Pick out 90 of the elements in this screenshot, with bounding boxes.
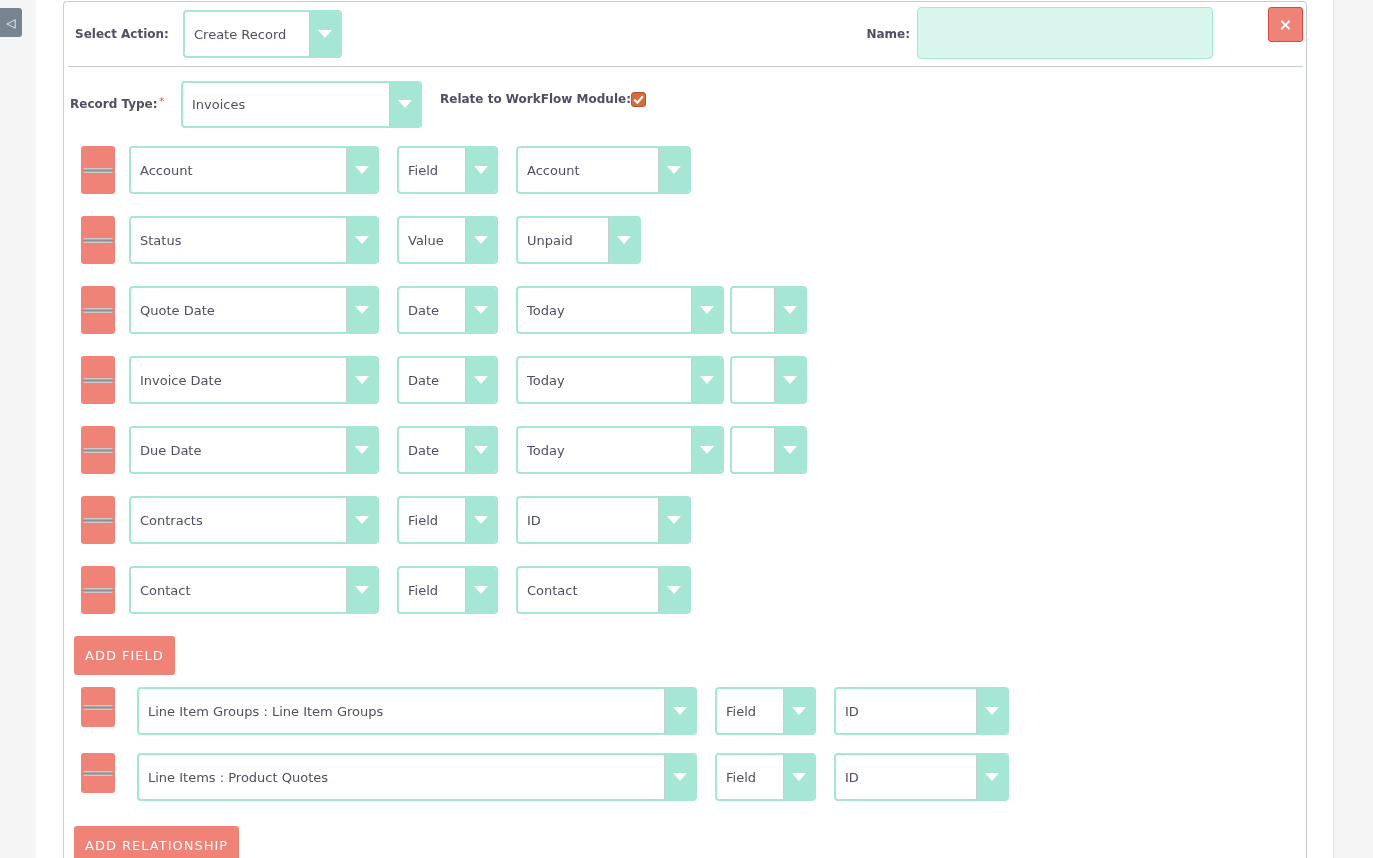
source-dropdown[interactable]: Date — [397, 356, 498, 404]
source-dropdown[interactable]: Date — [397, 286, 498, 334]
caret-icon — [474, 516, 488, 524]
setting-dropdown[interactable]: Account — [516, 146, 691, 194]
setting-dropdown[interactable]: ID — [834, 753, 1009, 801]
source-dropdown[interactable]: Field — [397, 566, 498, 614]
setting-dropdown[interactable]: ID — [516, 496, 691, 544]
relate-to-workflow-label: Relate to WorkFlow Module: — [440, 92, 631, 106]
attribute-dropdown[interactable]: Due Date — [129, 426, 379, 474]
caret-icon — [783, 376, 797, 384]
caret-icon — [474, 166, 488, 174]
relationship-dropdown[interactable]: Line Item Groups : Line Item Groups — [137, 687, 697, 735]
caret-icon — [355, 236, 369, 244]
caret-icon — [617, 236, 631, 244]
setting-dropdown[interactable]: Today — [516, 356, 724, 404]
caret-icon — [792, 707, 806, 715]
remove-button[interactable] — [81, 566, 115, 614]
remove-button[interactable] — [81, 356, 115, 404]
source-dropdown[interactable]: Value — [397, 216, 498, 264]
minus-icon — [83, 587, 113, 593]
record-type-dropdown[interactable]: Invoices — [181, 80, 422, 128]
caret-icon — [355, 586, 369, 594]
attribute-dropdown[interactable]: Quote Date — [129, 286, 379, 334]
caret-icon — [667, 586, 681, 594]
sidebar-toggle-button[interactable]: ◁ — [0, 8, 22, 37]
setting-dropdown[interactable]: Today — [516, 286, 724, 334]
remove-button[interactable] — [81, 496, 115, 544]
source-dropdown[interactable]: Field — [715, 753, 816, 801]
attribute-dropdown[interactable]: Account — [129, 146, 379, 194]
caret-icon — [700, 306, 714, 314]
caret-icon — [673, 773, 687, 781]
name-label: Name: — [866, 27, 910, 41]
minus-icon — [83, 447, 113, 453]
caret-icon — [355, 516, 369, 524]
remove-button[interactable] — [81, 753, 115, 793]
record-type-label: Record Type: — [70, 97, 159, 111]
required-mark: * — [159, 94, 166, 108]
action-dropdown[interactable]: Create Record — [183, 10, 342, 58]
minus-icon — [83, 307, 113, 313]
attribute-dropdown[interactable]: Invoice Date — [129, 356, 379, 404]
remove-button[interactable] — [81, 286, 115, 334]
caret-icon — [667, 166, 681, 174]
source-dropdown[interactable]: Date — [397, 426, 498, 474]
attribute-dropdown[interactable]: Status — [129, 216, 379, 264]
select-action-label: Select Action: — [75, 27, 170, 41]
source-dropdown[interactable]: Field — [397, 146, 498, 194]
caret-icon — [700, 446, 714, 454]
caret-icon — [474, 586, 488, 594]
caret-icon — [355, 166, 369, 174]
attribute-dropdown[interactable]: Contracts — [129, 496, 379, 544]
modifier-dropdown[interactable] — [730, 356, 807, 404]
source-dropdown[interactable]: Field — [715, 687, 816, 735]
caret-icon — [783, 446, 797, 454]
caret-icon — [474, 236, 488, 244]
caret-icon — [783, 306, 797, 314]
caret-icon — [700, 376, 714, 384]
setting-dropdown[interactable]: ID — [834, 687, 1009, 735]
minus-icon — [83, 167, 113, 173]
remove-button[interactable] — [81, 216, 115, 264]
minus-icon — [83, 704, 113, 710]
remove-button[interactable] — [81, 146, 115, 194]
minus-icon — [83, 377, 113, 383]
modifier-dropdown[interactable] — [730, 426, 807, 474]
caret-icon — [985, 773, 999, 781]
caret-icon — [355, 446, 369, 454]
setting-dropdown[interactable]: Today — [516, 426, 724, 474]
caret-icon — [398, 100, 412, 108]
caret-icon — [985, 707, 999, 715]
caret-icon — [355, 306, 369, 314]
setting-dropdown[interactable]: Contact — [516, 566, 691, 614]
minus-icon — [83, 770, 113, 776]
caret-icon — [355, 376, 369, 384]
remove-button[interactable] — [81, 426, 115, 474]
minus-icon — [83, 237, 113, 243]
setting-dropdown[interactable]: Unpaid — [516, 216, 641, 264]
name-input-field[interactable] — [917, 7, 1213, 59]
modifier-dropdown[interactable] — [730, 286, 807, 334]
relationship-dropdown[interactable]: Line Items : Product Quotes — [137, 753, 697, 801]
relate-checkbox[interactable] — [630, 91, 646, 107]
caret-icon — [474, 446, 488, 454]
caret-icon — [673, 707, 687, 715]
caret-icon — [792, 773, 806, 781]
attribute-dropdown[interactable]: Contact — [129, 566, 379, 614]
minus-icon — [83, 517, 113, 523]
caret-icon — [667, 516, 681, 524]
caret-icon — [474, 376, 488, 384]
remove-button[interactable] — [81, 687, 115, 727]
caret-icon — [474, 306, 488, 314]
source-dropdown[interactable]: Field — [397, 496, 498, 544]
caret-icon — [318, 30, 332, 38]
